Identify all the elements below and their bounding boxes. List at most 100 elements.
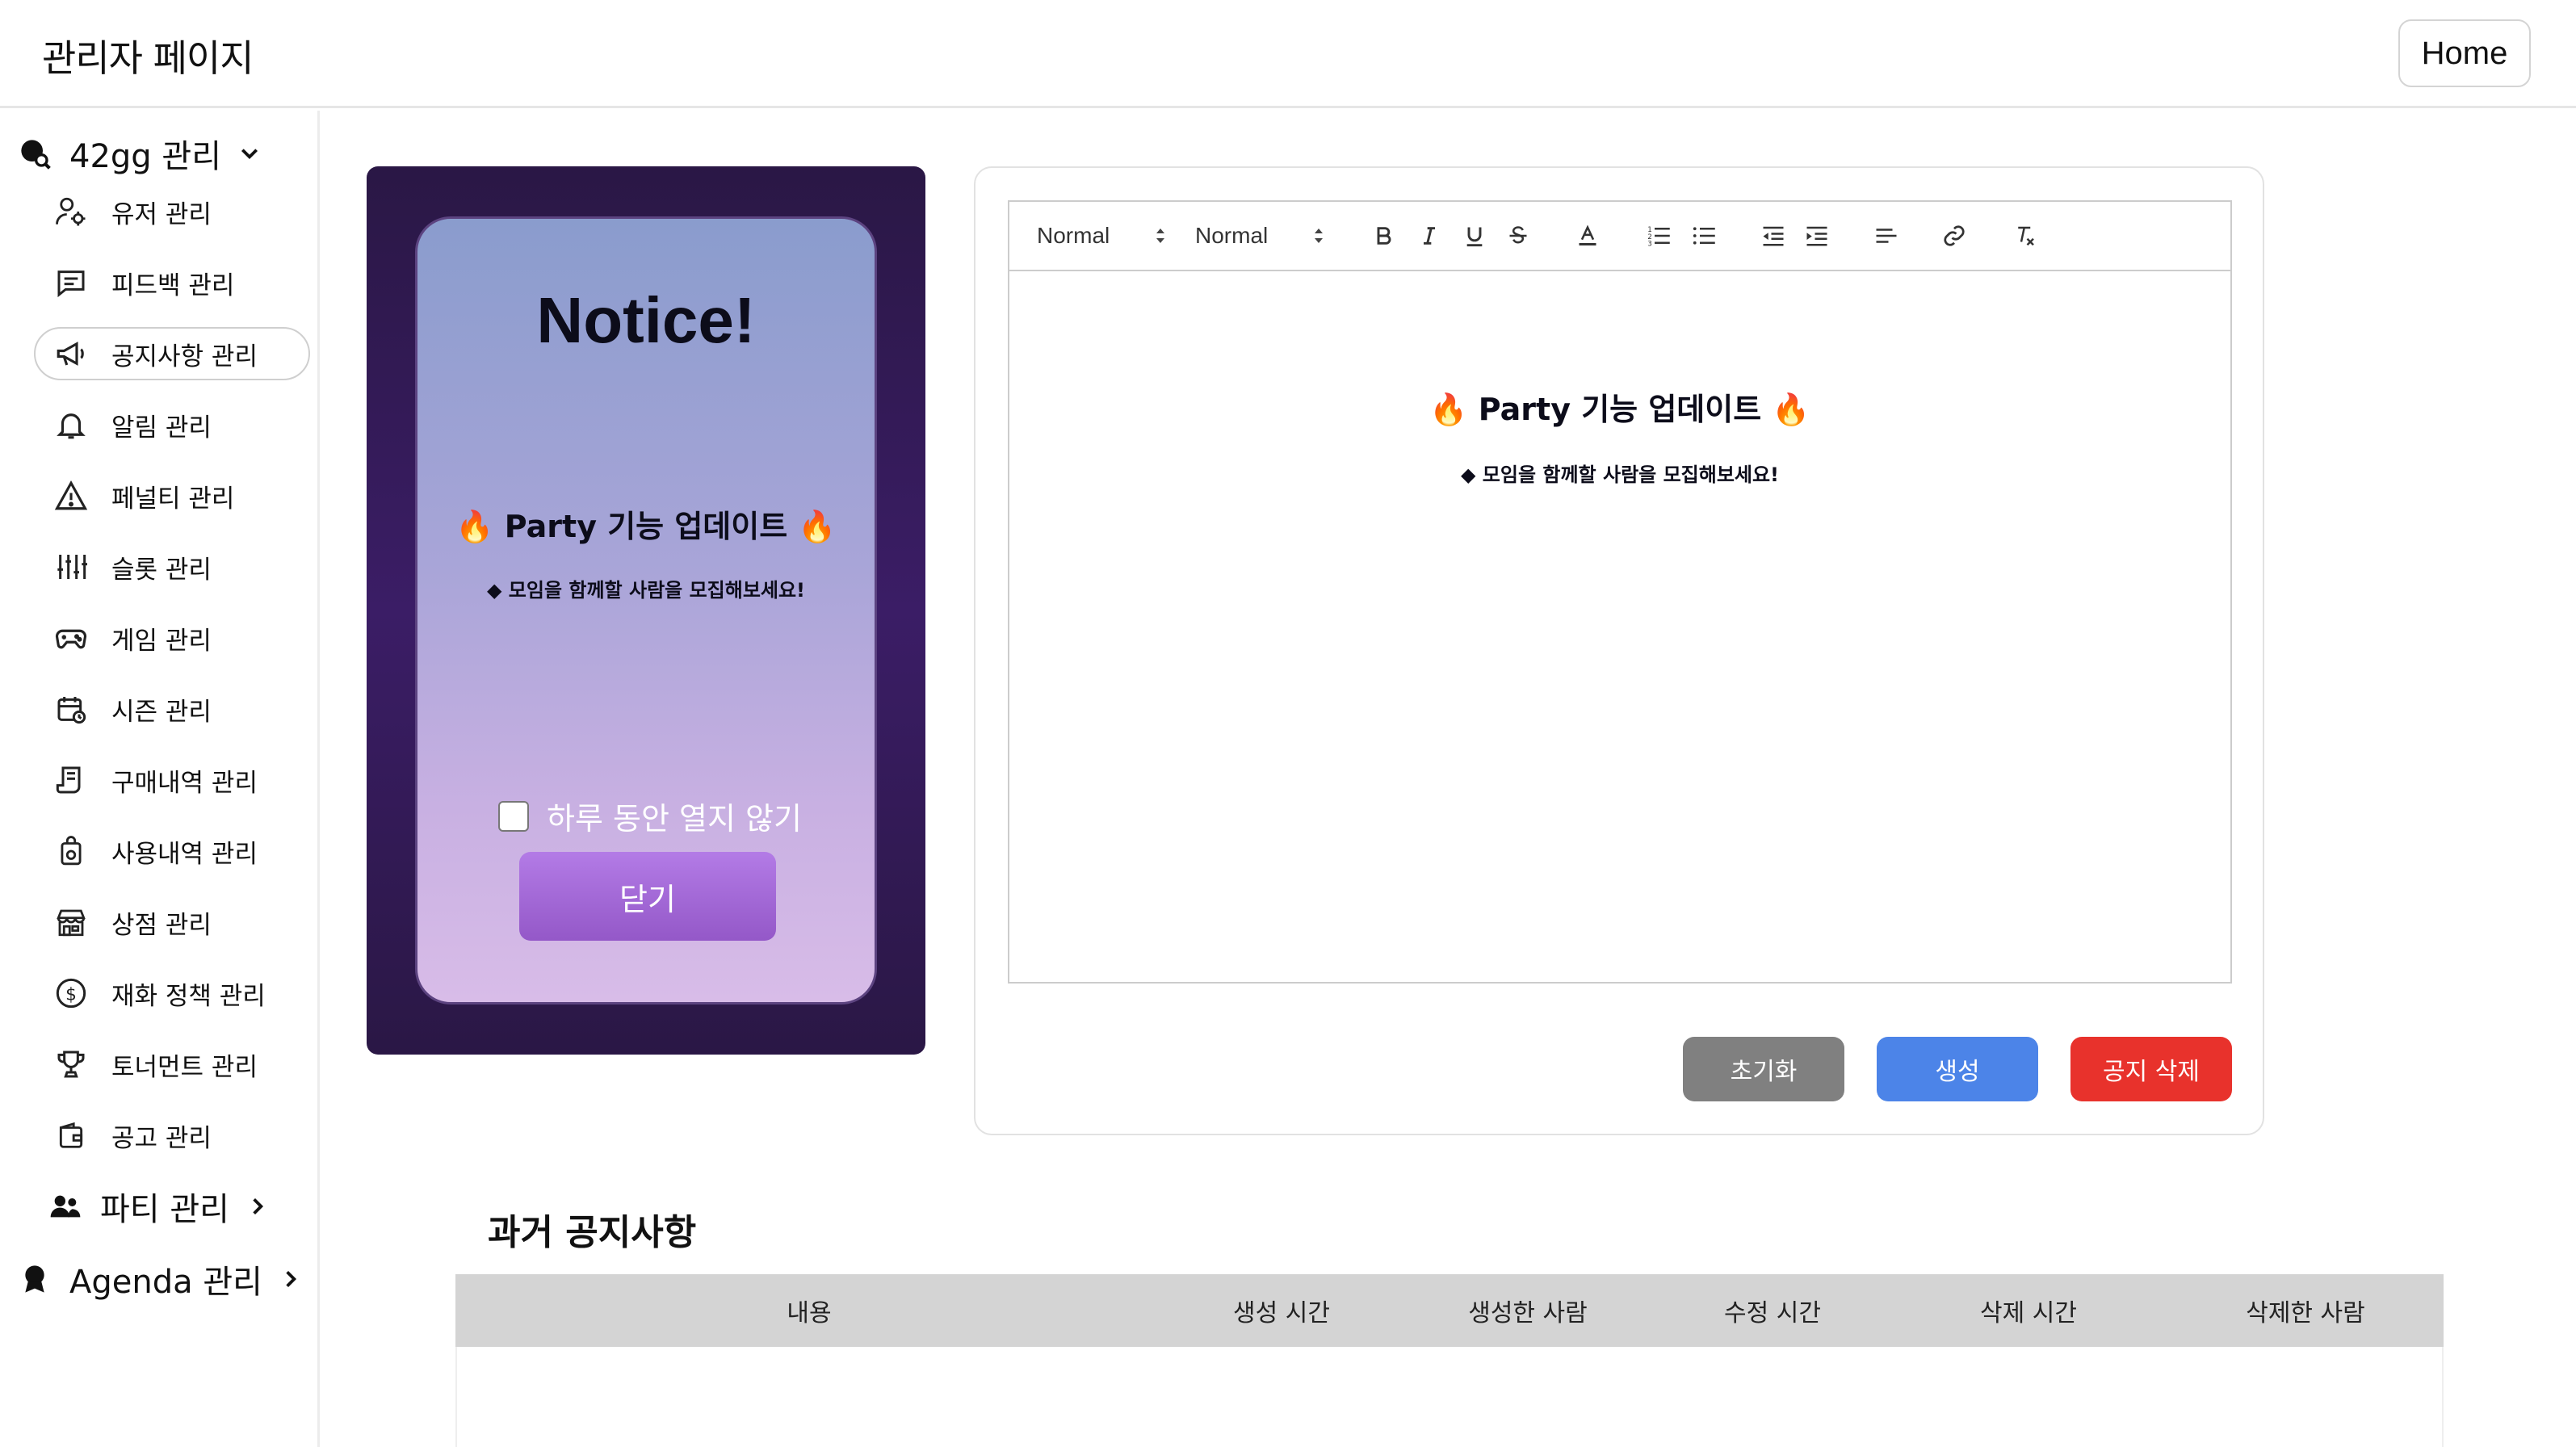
close-button[interactable]: 닫기 bbox=[519, 852, 776, 941]
sidebar-item-label: 유저 관리 bbox=[111, 199, 212, 229]
bullet-list-icon[interactable] bbox=[1689, 220, 1718, 252]
megaphone-icon bbox=[53, 336, 89, 371]
notice-editor-panel: Normal Normal 123 🔥 Party 기능 업데이트 🔥 ◆ 모임… bbox=[974, 166, 2264, 1135]
column-header-updated-at: 수정 시간 bbox=[1724, 1299, 1821, 1327]
svg-text:$: $ bbox=[65, 984, 77, 1005]
column-header-deleter: 삭제한 사람 bbox=[2246, 1299, 2365, 1327]
dollar-icon: $ bbox=[53, 975, 89, 1011]
sidebar-item-seasons[interactable]: 시즌 관리 bbox=[36, 682, 312, 736]
editor-content-area[interactable]: 🔥 Party 기능 업데이트 🔥 ◆ 모임을 함께할 사람을 모집해보세요! bbox=[1008, 271, 2232, 984]
calendar-icon bbox=[53, 691, 89, 727]
sidebar-item-purchases[interactable]: 구매내역 관리 bbox=[36, 753, 312, 807]
warning-icon bbox=[53, 478, 89, 514]
size-select-value: Normal bbox=[1195, 223, 1269, 248]
sidebar-item-label: 사용내역 관리 bbox=[111, 839, 258, 869]
home-button[interactable]: Home bbox=[2398, 19, 2531, 87]
sidebar-group-agenda[interactable]: Agenda 관리 bbox=[18, 1256, 303, 1302]
header-select-value: Normal bbox=[1037, 223, 1110, 248]
past-notices-table-header: 내용 생성 시간 생성한 사람 수정 시간 삭제 시간 삭제한 사람 bbox=[455, 1274, 2444, 1347]
past-notices-title: 과거 공지사항 bbox=[488, 1212, 697, 1253]
notice-heading: 🔥 Party 기능 업데이트 🔥 bbox=[455, 509, 837, 544]
sidebar-item-label: 구매내역 관리 bbox=[111, 768, 258, 798]
sidebar-group-party[interactable]: 파티 관리 bbox=[48, 1183, 270, 1230]
outdent-icon[interactable] bbox=[1759, 220, 1788, 252]
sidebar-item-label: 시즌 관리 bbox=[111, 697, 212, 727]
message-icon bbox=[53, 265, 89, 300]
chevron-right-icon bbox=[279, 1267, 303, 1291]
receipt-icon bbox=[53, 762, 89, 798]
notice-subtext: ◆ 모임을 함께할 사람을 모집해보세요! bbox=[486, 579, 806, 602]
sidebar-item-store[interactable]: 상점 관리 bbox=[36, 895, 312, 949]
create-button[interactable]: 생성 bbox=[1877, 1037, 2038, 1101]
align-icon[interactable] bbox=[1872, 220, 1901, 252]
sidebar-group-label: Agenda 관리 bbox=[69, 1264, 262, 1301]
sidebar: 42gg 관리 유저 관리 피드백 관리 공지사항 관리 알림 관리 페널티 관… bbox=[0, 111, 320, 1447]
column-header-content: 내용 bbox=[787, 1299, 832, 1327]
notice-preview-card: Notice! 🔥 Party 기능 업데이트 🔥 ◆ 모임을 함께할 사람을 … bbox=[415, 216, 877, 1005]
editor-heading[interactable]: 🔥 Party 기능 업데이트 🔥 bbox=[1009, 384, 2230, 429]
sidebar-item-label: 공고 관리 bbox=[111, 1123, 212, 1153]
past-notices-table-body bbox=[455, 1347, 2444, 1447]
select-arrows-icon bbox=[1156, 229, 1164, 243]
italic-icon[interactable] bbox=[1415, 220, 1444, 252]
sidebar-item-label: 공지사항 관리 bbox=[111, 342, 258, 371]
sidebar-item-users[interactable]: 유저 관리 bbox=[36, 185, 312, 238]
page-title: 관리자 페이지 bbox=[42, 36, 254, 80]
sidebar-item-label: 페널티 관리 bbox=[111, 484, 235, 514]
store-icon bbox=[53, 904, 89, 940]
sidebar-group-42gg[interactable]: 42gg 관리 bbox=[18, 130, 262, 177]
sidebar-item-tournament[interactable]: 토너먼트 관리 bbox=[36, 1038, 312, 1091]
bold-icon[interactable] bbox=[1370, 220, 1399, 252]
sidebar-item-alarms[interactable]: 알림 관리 bbox=[36, 398, 312, 451]
editor-subtext[interactable]: ◆ 모임을 함께할 사람을 모집해보세요! bbox=[1009, 459, 2230, 487]
sidebar-item-recruitment[interactable]: 공고 관리 bbox=[36, 1109, 312, 1162]
sidebar-group-label: 파티 관리 bbox=[100, 1191, 229, 1228]
sidebar-item-label: 피드백 관리 bbox=[111, 271, 235, 300]
sidebar-item-slots[interactable]: 슬롯 관리 bbox=[36, 540, 312, 593]
select-arrows-icon bbox=[1315, 229, 1323, 243]
sidebar-item-usage[interactable]: 사용내역 관리 bbox=[36, 824, 312, 878]
svg-text:3: 3 bbox=[1647, 241, 1652, 249]
sliders-icon bbox=[53, 549, 89, 585]
app-header: 관리자 페이지 Home bbox=[0, 0, 2576, 108]
clear-format-icon[interactable] bbox=[2011, 220, 2040, 252]
sidebar-item-feedback[interactable]: 피드백 관리 bbox=[36, 256, 312, 309]
bell-icon bbox=[53, 407, 89, 442]
text-color-icon[interactable] bbox=[1573, 220, 1602, 252]
sidebar-item-label: 알림 관리 bbox=[111, 413, 212, 442]
column-header-creator: 생성한 사람 bbox=[1468, 1299, 1588, 1327]
bag-icon bbox=[53, 833, 89, 869]
notice-preview-frame: Notice! 🔥 Party 기능 업데이트 🔥 ◆ 모임을 함께할 사람을 … bbox=[367, 166, 925, 1055]
sidebar-item-notices[interactable]: 공지사항 관리 bbox=[34, 327, 310, 380]
sidebar-item-label: 상점 관리 bbox=[111, 910, 212, 940]
link-icon[interactable] bbox=[1940, 220, 1969, 252]
column-header-created-at: 생성 시간 bbox=[1233, 1299, 1330, 1327]
chevron-down-icon bbox=[237, 141, 262, 166]
editor-toolbar: Normal Normal 123 bbox=[1008, 200, 2232, 271]
strikethrough-icon[interactable] bbox=[1504, 220, 1533, 252]
underline-icon[interactable] bbox=[1460, 220, 1489, 252]
gamepad-icon bbox=[53, 620, 89, 656]
sidebar-item-label: 게임 관리 bbox=[111, 626, 212, 656]
header-select[interactable]: Normal bbox=[1037, 220, 1166, 252]
size-select[interactable]: Normal bbox=[1195, 220, 1324, 252]
award-icon bbox=[18, 1262, 52, 1296]
delete-notice-button[interactable]: 공지 삭제 bbox=[2070, 1037, 2232, 1101]
user-search-icon bbox=[18, 136, 52, 170]
chevron-right-icon bbox=[245, 1194, 270, 1218]
indent-icon[interactable] bbox=[1802, 220, 1831, 252]
dont-show-label: 하루 동안 열지 않기 bbox=[547, 801, 802, 837]
sidebar-item-label: 재화 정책 관리 bbox=[111, 981, 266, 1011]
dont-show-today-option[interactable]: 하루 동안 열지 않기 bbox=[498, 794, 802, 838]
sidebar-item-currency[interactable]: $ 재화 정책 관리 bbox=[36, 967, 312, 1020]
notice-title: Notice! bbox=[536, 284, 756, 356]
sidebar-item-label: 토너먼트 관리 bbox=[111, 1052, 258, 1082]
dont-show-checkbox[interactable] bbox=[498, 800, 529, 832]
reset-button[interactable]: 초기화 bbox=[1683, 1037, 1844, 1101]
users-icon bbox=[48, 1189, 82, 1223]
sidebar-item-penalty[interactable]: 페널티 관리 bbox=[36, 469, 312, 522]
sidebar-item-games[interactable]: 게임 관리 bbox=[36, 611, 312, 665]
sidebar-item-label: 슬롯 관리 bbox=[111, 555, 212, 585]
column-header-deleted-at: 삭제 시간 bbox=[1980, 1299, 2077, 1327]
ordered-list-icon[interactable]: 123 bbox=[1644, 220, 1673, 252]
